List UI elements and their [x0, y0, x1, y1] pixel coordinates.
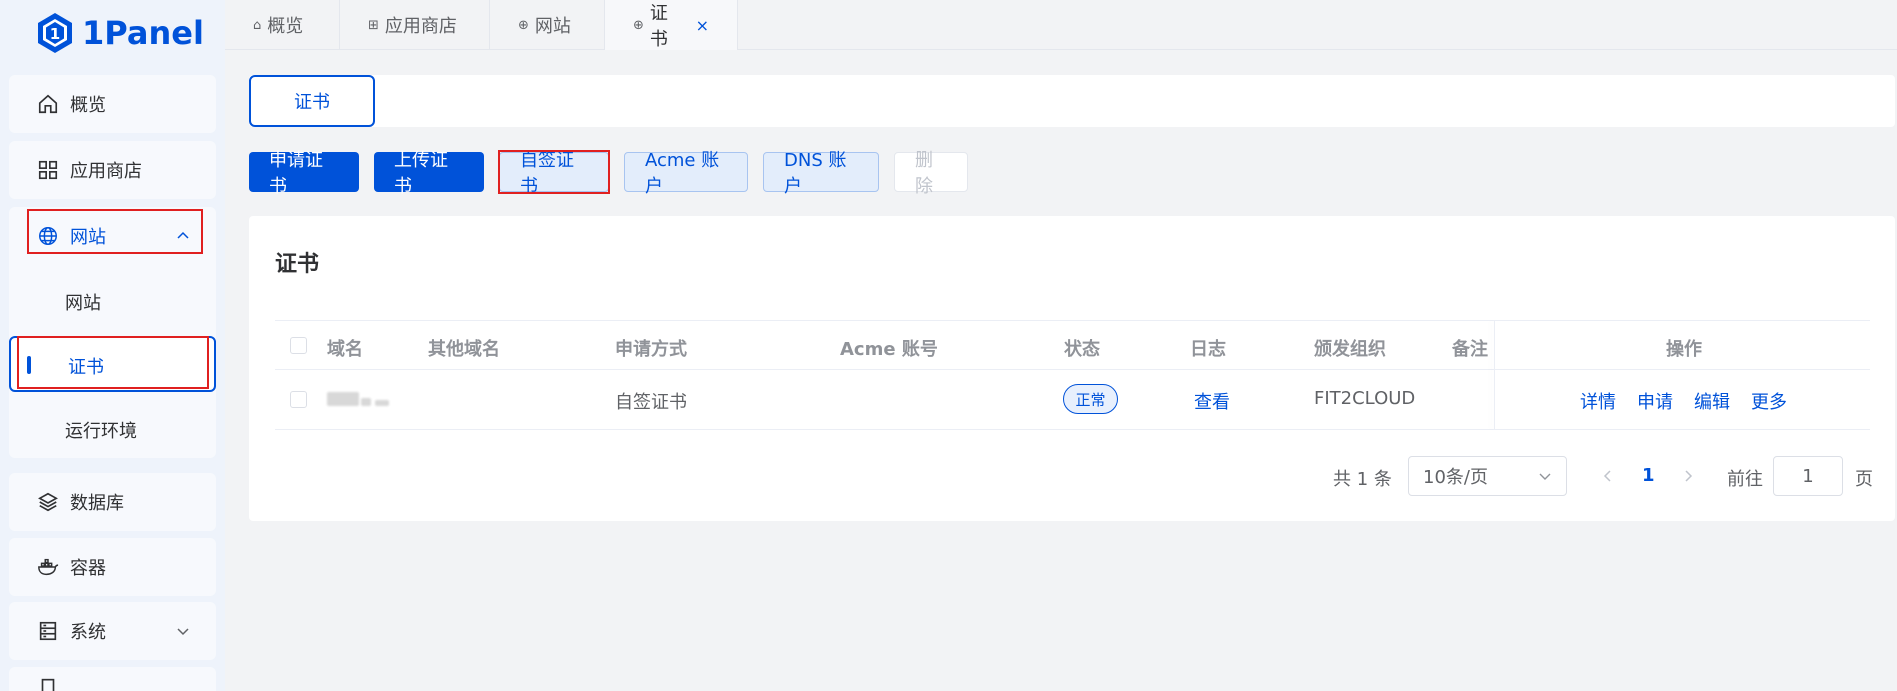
- issuer: FIT2CLOUD: [1314, 388, 1416, 409]
- sidebar: 1 1Panel 概览 应用商店 网站 网站 运行环境 证书 数据库 容器 系统: [0, 0, 225, 691]
- home-icon: ⌂: [253, 17, 262, 33]
- sidebar-subitem-website[interactable]: 网站: [65, 289, 101, 315]
- sub-tab-bar: 证书: [249, 75, 1895, 127]
- globe-icon: ⊕: [518, 17, 529, 33]
- table-header: 域名 其他域名 申请方式 Acme 账号 状态 日志 颁发组织 备注 操作: [275, 320, 1870, 370]
- page-size-value: 10条/页: [1423, 467, 1488, 488]
- column-header: 其他域名: [428, 339, 500, 360]
- svg-text:1: 1: [50, 25, 60, 43]
- sidebar-subitem-label: 证书: [68, 357, 104, 378]
- apply-certificate-button[interactable]: 申请证书: [249, 150, 359, 197]
- sidebar-item-label: 系统: [70, 622, 106, 643]
- tab-overview[interactable]: ⌂ 概览: [225, 0, 340, 50]
- dns-account-button[interactable]: DNS 账户: [763, 150, 879, 197]
- sidebar-group-website: 网站 网站 运行环境: [9, 207, 216, 458]
- sidebar-item-database[interactable]: 数据库: [9, 473, 216, 531]
- chevron-up-icon: [177, 231, 189, 239]
- self-signed-certificate-button[interactable]: 自签证书: [499, 150, 609, 197]
- redacted-domain: [327, 392, 389, 408]
- active-indicator: [27, 356, 31, 374]
- upload-certificate-button[interactable]: 上传证书: [374, 150, 484, 197]
- column-header: 日志: [1190, 339, 1226, 360]
- current-page[interactable]: 1: [1642, 465, 1655, 486]
- globe-icon: [36, 224, 60, 248]
- view-log-link[interactable]: 查看: [1194, 388, 1230, 414]
- prev-page-icon[interactable]: [1601, 469, 1615, 483]
- sidebar-item-label: 概览: [70, 95, 106, 116]
- logo-icon: 1: [38, 13, 72, 53]
- grid-icon: ⊞: [368, 17, 379, 33]
- sidebar-item-overview[interactable]: 概览: [9, 75, 216, 133]
- tab-certificate[interactable]: ⊕ 证书 ×: [605, 0, 738, 50]
- sidebar-item-appstore[interactable]: 应用商店: [9, 141, 216, 199]
- sidebar-subitem-runtime[interactable]: 运行环境: [65, 417, 137, 443]
- edit-link[interactable]: 编辑: [1694, 388, 1730, 414]
- column-header: 申请方式: [615, 339, 687, 360]
- logo-text: 1Panel: [82, 14, 204, 52]
- column-header: 颁发组织: [1314, 339, 1386, 360]
- page-suffix: 页: [1855, 469, 1873, 490]
- chevron-down-icon: [177, 628, 189, 636]
- next-page-icon[interactable]: [1681, 469, 1695, 483]
- tab-label: 证书: [649, 3, 668, 50]
- tab-appstore[interactable]: ⊞ 应用商店: [340, 0, 490, 50]
- close-icon[interactable]: ×: [696, 16, 709, 35]
- sidebar-item-system[interactable]: 系统: [9, 602, 216, 660]
- tab-label: 概览: [267, 16, 304, 37]
- globe-icon: ⊕: [633, 17, 644, 33]
- sidebar-item-label: 容器: [70, 558, 106, 579]
- server-icon: [36, 619, 60, 643]
- sidebar-item-label: 网站: [70, 227, 106, 248]
- column-header: 操作: [1666, 339, 1702, 360]
- goto-page-input[interactable]: 1: [1773, 456, 1843, 496]
- docker-icon: [36, 555, 60, 579]
- details-link[interactable]: 详情: [1580, 388, 1616, 414]
- sidebar-item-container[interactable]: 容器: [9, 538, 216, 596]
- goto-label: 前往: [1727, 469, 1763, 490]
- sidebar-subitem-certificate[interactable]: 证书: [9, 336, 216, 392]
- status-badge: 正常: [1063, 384, 1118, 414]
- grid-icon: [36, 158, 60, 182]
- select-all-checkbox[interactable]: [290, 337, 307, 354]
- column-header: 域名: [327, 339, 363, 360]
- sidebar-item-more[interactable]: [9, 667, 216, 691]
- apply-link[interactable]: 申请: [1637, 388, 1673, 414]
- sidebar-item-label: 数据库: [70, 493, 124, 514]
- apply-method: 自签证书: [615, 392, 687, 413]
- column-header: 状态: [1064, 339, 1100, 360]
- page-size-select[interactable]: 10条/页: [1408, 456, 1567, 496]
- sidebar-item-website[interactable]: 网站: [9, 207, 216, 265]
- tab-label: 网站: [534, 16, 571, 37]
- subtab-certificate[interactable]: 证书: [249, 75, 375, 127]
- column-header: 备注: [1452, 339, 1488, 360]
- sidebar-item-label: 应用商店: [70, 161, 142, 182]
- table-row: 自签证书 正常 查看 FIT2CLOUD 详情 申请 编辑 更多: [275, 370, 1870, 430]
- delete-button[interactable]: 删除: [894, 150, 968, 197]
- tool-icon: [36, 675, 60, 691]
- home-icon: [36, 92, 60, 116]
- column-header: Acme 账号: [840, 339, 938, 360]
- pagination-total: 共 1 条: [1333, 469, 1392, 490]
- row-checkbox[interactable]: [290, 391, 307, 408]
- tab-strip: ⌂ 概览 ⊞ 应用商店 ⊕ 网站 ⊕ 证书 ×: [225, 0, 1897, 50]
- acme-account-button[interactable]: Acme 账户: [624, 150, 748, 197]
- card-title: 证书: [275, 252, 320, 277]
- more-link[interactable]: 更多: [1751, 388, 1787, 414]
- layers-icon: [36, 490, 60, 514]
- logo[interactable]: 1 1Panel: [36, 10, 204, 56]
- fixed-column-divider: [1494, 320, 1495, 430]
- tab-website[interactable]: ⊕ 网站: [490, 0, 605, 50]
- chevron-down-icon: [1539, 473, 1551, 480]
- tab-label: 应用商店: [384, 16, 457, 37]
